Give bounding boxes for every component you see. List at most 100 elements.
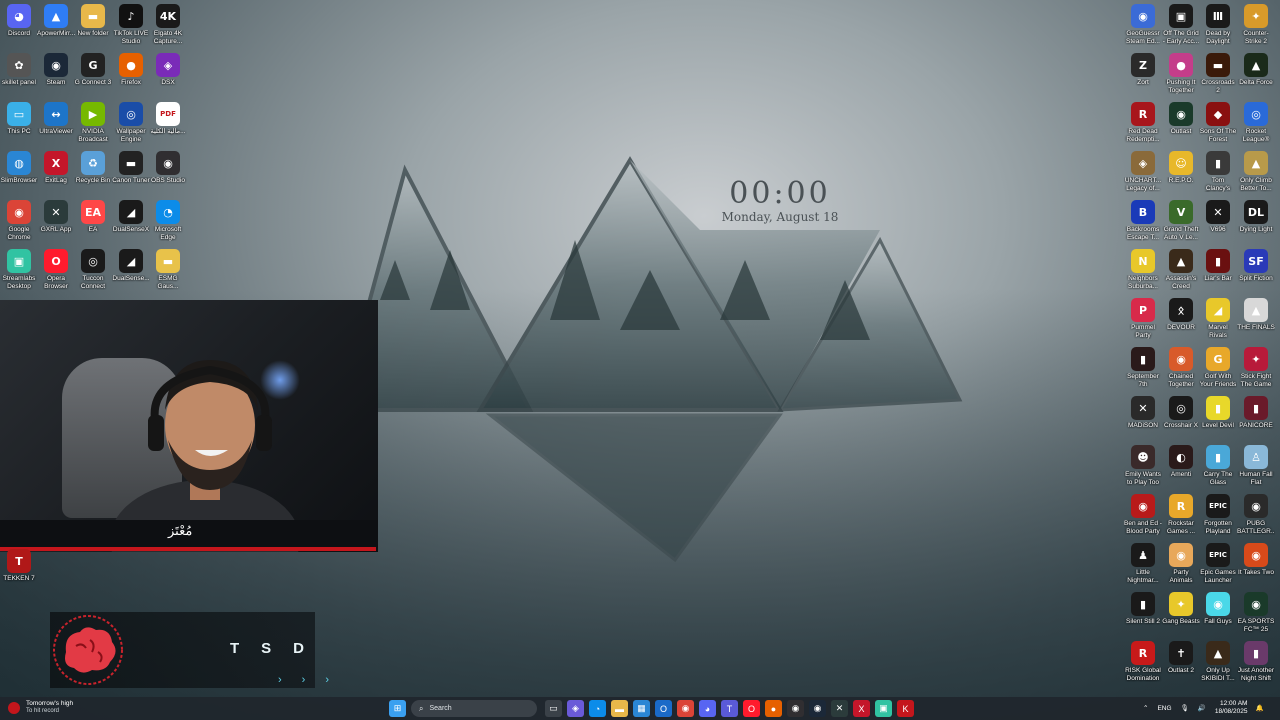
desktop-icon[interactable]: ♻ Recycle Bin	[74, 151, 112, 185]
notification-icon[interactable]: 🔔	[1255, 704, 1263, 712]
desktop-icon[interactable]: G G Connect 3	[74, 53, 112, 87]
desktop-icon[interactable]: ◢ DualSenseX	[112, 200, 150, 234]
desktop-icon[interactable]: ☺ R.E.P.O.	[1162, 151, 1200, 185]
desktop-icon[interactable]: ◉ EA SPORTS FC™ 25	[1237, 592, 1275, 633]
desktop-icon[interactable]: ♙ Human Fall Flat	[1237, 445, 1275, 486]
gxrl-taskbar-icon[interactable]: ✕	[831, 700, 848, 717]
desktop-icon[interactable]: ✦ Stick Fight The Game	[1237, 347, 1275, 388]
desktop-icon[interactable]: ◕ Discord	[0, 4, 38, 38]
desktop-icon[interactable]: ◉ Google Chrome	[0, 200, 38, 241]
desktop-icon[interactable]: ◉ Outlast	[1162, 102, 1200, 136]
desktop-icon[interactable]: ◍ SlimBrowser	[0, 151, 38, 185]
desktop-icon[interactable]: Z Zort	[1124, 53, 1162, 87]
desktop-icon[interactable]: 4K Elgato 4K Capture...	[149, 4, 187, 45]
desktop-icon[interactable]: ◉ Fall Guys	[1199, 592, 1237, 626]
desktop-icon[interactable]: ▲ Only Climb Better To...	[1237, 151, 1275, 192]
desktop-icon[interactable]: ◈ UNCHART... Legacy of...	[1124, 151, 1162, 192]
desktop-icon[interactable]: ▮ Just Another Night Shift	[1237, 641, 1275, 682]
weather-widget[interactable]: Tomorrow's high To hit record	[8, 700, 73, 715]
desktop-icon[interactable]: ✦ Counter-Strike 2	[1237, 4, 1275, 45]
firefox-taskbar-icon[interactable]: ●	[765, 700, 782, 717]
desktop-icon[interactable]: ◢ Marvel Rivals	[1199, 298, 1237, 339]
desktop-icon[interactable]: EPIC Epic Games Launcher	[1199, 543, 1237, 584]
desktop-icon[interactable]: ◎ Crosshair X	[1162, 396, 1200, 430]
desktop-icon[interactable]: ◉ Ben and Ed - Blood Party	[1124, 494, 1162, 535]
desktop-icon[interactable]: X ExitLag	[37, 151, 75, 185]
desktop-icon[interactable]: ◉ GeoGuessr Steam Ed...	[1124, 4, 1162, 45]
desktop-icon[interactable]: ◉ It Takes Two	[1237, 543, 1275, 577]
desktop-icon[interactable]: ▬ New folder	[74, 4, 112, 38]
desktop-icon[interactable]: ✕ MADiSON	[1124, 396, 1162, 430]
desktop-icon[interactable]: ▲ ApowerMirr...	[37, 4, 75, 38]
desktop-icon[interactable]: G Golf With Your Friends	[1199, 347, 1237, 388]
teams-icon[interactable]: T	[721, 700, 738, 717]
discord-taskbar-icon[interactable]: ◕	[699, 700, 716, 717]
desktop-icon[interactable]: ✕ GXRL App	[37, 200, 75, 234]
desktop-icon[interactable]: ▲ Assassin's Creed Mirage	[1162, 249, 1200, 290]
desktop-icon[interactable]: ᛟ DEVOUR	[1162, 298, 1200, 332]
taskbar-clock[interactable]: 12:00 AM 18/08/2025	[1215, 700, 1248, 716]
desktop-icon[interactable]: ▮ Tom Clancy's Rainbow Si...	[1199, 151, 1237, 192]
chrome-taskbar-icon[interactable]: ◉	[677, 700, 694, 717]
desktop-icon[interactable]: ◆ Sons Of The Forest	[1199, 102, 1237, 143]
desktop-icon[interactable]: ▮ Carry The Glass	[1199, 445, 1237, 486]
desktop-icon-tekken[interactable]: T TEKKEN 7	[0, 549, 38, 583]
steam-taskbar-icon[interactable]: ◉	[809, 700, 826, 717]
desktop-icon[interactable]: ▬ Crossroads 2	[1199, 53, 1237, 94]
taskbar-search[interactable]: ⌕ Search	[411, 700, 537, 717]
desktop-icon[interactable]: ▬ ESMG Gaus...	[149, 249, 187, 290]
desktop-icon[interactable]: ▮ Liar's Bar	[1199, 249, 1237, 283]
desktop-icon[interactable]: B Backrooms Escape T...	[1124, 200, 1162, 241]
kick-icon[interactable]: K	[897, 700, 914, 717]
desktop-icon[interactable]: SF Split Fiction	[1237, 249, 1275, 283]
desktop-icon[interactable]: ▮ September 7th	[1124, 347, 1162, 388]
desktop-icon[interactable]: R RISK Global Domination	[1124, 641, 1162, 682]
microphone-icon[interactable]: 🎙	[1181, 704, 1189, 712]
edge-taskbar-icon[interactable]: ◔	[589, 700, 606, 717]
store-icon[interactable]: ▦	[633, 700, 650, 717]
desktop-icon[interactable]: P Pummel Party	[1124, 298, 1162, 339]
desktop-icon[interactable]: ◉ PUBG BATTLEGR...	[1237, 494, 1275, 535]
desktop-icon[interactable]: ▬ Canon Tuner	[112, 151, 150, 185]
desktop-icon[interactable]: ● Pushing It Together	[1162, 53, 1200, 94]
copilot-icon[interactable]: ◈	[567, 700, 584, 717]
desktop-icon[interactable]: PDF مالية الكلية...	[149, 102, 187, 136]
desktop-icon[interactable]: ✕ V696	[1199, 200, 1237, 234]
streamlabs-taskbar-icon[interactable]: ▣	[875, 700, 892, 717]
desktop-icon[interactable]: ♟ Little Nightmar...	[1124, 543, 1162, 584]
desktop-icon[interactable]: V Grand Theft Auto V Le...	[1162, 200, 1200, 241]
volume-icon[interactable]: 🔊	[1198, 704, 1206, 712]
chevron-up-icon[interactable]: ⌃	[1143, 704, 1148, 712]
desktop-icon[interactable]: ◉ Party Animals	[1162, 543, 1200, 584]
desktop-icon[interactable]: ◎ Wallpaper Engine	[112, 102, 150, 143]
desktop-icon[interactable]: ▲ Only Up SKIBIDI T...	[1199, 641, 1237, 682]
desktop-icon[interactable]: ☻ Emily Wants to Play Too	[1124, 445, 1162, 486]
obs-taskbar-icon[interactable]: ◉	[787, 700, 804, 717]
desktop-icon[interactable]: R Red Dead Redempti...	[1124, 102, 1162, 143]
desktop-icon[interactable]: ◉ Steam	[37, 53, 75, 87]
desktop-icon[interactable]: ✝ Outlast 2	[1162, 641, 1200, 675]
desktop-icon[interactable]: ✦ Gang Beasts	[1162, 592, 1200, 626]
desktop-icon[interactable]: ▭ This PC	[0, 102, 38, 136]
desktop-icon[interactable]: ▲ THE FINALS	[1237, 298, 1275, 332]
desktop-icon[interactable]: ▮ PANICORE	[1237, 396, 1275, 430]
desktop-icon[interactable]: ▮ Silent Still 2	[1124, 592, 1162, 626]
desktop-icon[interactable]: ◎ Rocket League®	[1237, 102, 1275, 143]
desktop-icon[interactable]: ◈ DSX	[149, 53, 187, 87]
desktop-icon[interactable]: ◢ DualSense...	[112, 249, 150, 283]
task-view-icon[interactable]: ▭	[545, 700, 562, 717]
desktop-icon[interactable]: EPIC Forgotten Playland	[1199, 494, 1237, 535]
file-explorer-icon[interactable]: ▬	[611, 700, 628, 717]
outlook-icon[interactable]: O	[655, 700, 672, 717]
exitlag-taskbar-icon[interactable]: X	[853, 700, 870, 717]
desktop-icon[interactable]: Ⅲ Dead by Daylight	[1199, 4, 1237, 45]
desktop-icon[interactable]: ◉ OBS Studio	[149, 151, 187, 185]
desktop-icon[interactable]: ▣ Streamlabs Desktop	[0, 249, 38, 290]
desktop-icon[interactable]: ◉ Chained Together	[1162, 347, 1200, 388]
desktop-icon[interactable]: ▶ NVIDIA Broadcast	[74, 102, 112, 143]
opera-taskbar-icon[interactable]: O	[743, 700, 760, 717]
desktop-icon[interactable]: DL Dying Light	[1237, 200, 1275, 234]
desktop-icon[interactable]: ♪ TikTok LIVE Studio	[112, 4, 150, 45]
desktop-icon[interactable]: ▮ Level Devil	[1199, 396, 1237, 430]
desktop-icon[interactable]: ▣ Off The Grid - Early Acc...	[1162, 4, 1200, 45]
